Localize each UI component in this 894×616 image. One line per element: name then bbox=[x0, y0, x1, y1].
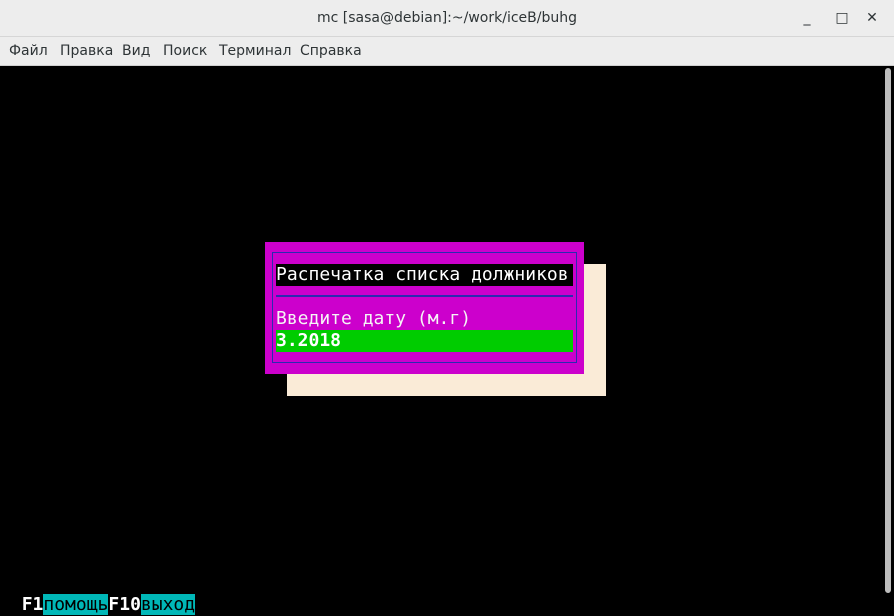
date-dialog: Распечатка списка должников Введите дату… bbox=[265, 242, 584, 374]
menu-search[interactable]: Поиск bbox=[163, 37, 207, 65]
function-key-bar: F1помощьF10выход bbox=[0, 572, 196, 615]
date-prompt: Введите дату (м.г) bbox=[276, 308, 472, 329]
window-titlebar: mc [sasa@debian]:~/work/iceB/buhg _ □ ✕ bbox=[0, 0, 894, 37]
menu-view[interactable]: Вид bbox=[122, 37, 150, 65]
date-input[interactable]: 3.2018 bbox=[276, 330, 573, 352]
f1-key[interactable]: F1 bbox=[22, 594, 44, 615]
f1-label[interactable]: помощь bbox=[43, 594, 109, 615]
f10-key[interactable]: F10 bbox=[108, 594, 141, 615]
close-icon[interactable]: ✕ bbox=[862, 8, 882, 28]
maximize-icon[interactable]: □ bbox=[832, 8, 852, 28]
menu-help[interactable]: Справка bbox=[300, 37, 362, 65]
scrollbar-thumb[interactable] bbox=[885, 68, 891, 593]
dialog-separator bbox=[276, 295, 573, 297]
scrollbar[interactable] bbox=[882, 66, 894, 595]
minimize-icon[interactable]: _ bbox=[797, 8, 817, 28]
menubar: Файл Правка Вид Поиск Терминал Справка bbox=[0, 37, 894, 66]
menu-terminal[interactable]: Терминал bbox=[219, 37, 291, 65]
menu-edit[interactable]: Правка bbox=[60, 37, 113, 65]
f10-label[interactable]: выход bbox=[140, 594, 196, 615]
window-title: mc [sasa@debian]:~/work/iceB/buhg bbox=[317, 10, 577, 26]
dialog-title: Распечатка списка должников bbox=[276, 264, 573, 286]
menu-file[interactable]: Файл bbox=[9, 37, 48, 65]
